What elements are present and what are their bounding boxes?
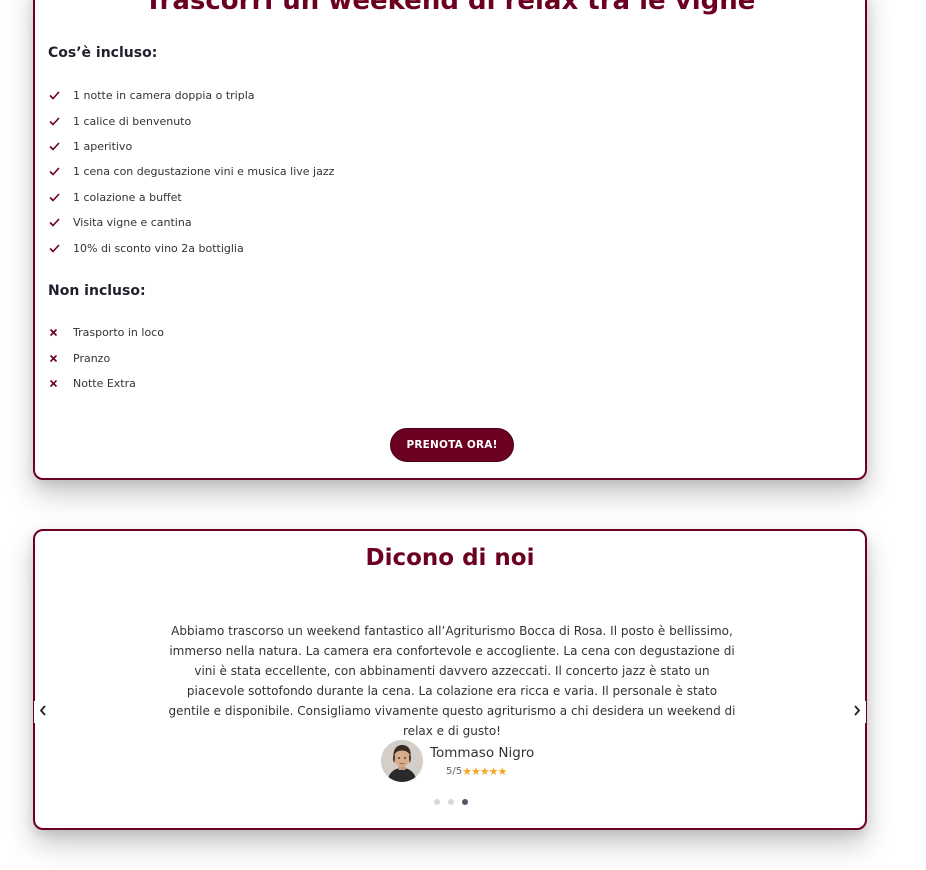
included-item: Visita vigne e cantina bbox=[49, 210, 334, 235]
carousel-pagination bbox=[434, 799, 468, 805]
included-item-label: 1 aperitivo bbox=[73, 139, 133, 153]
check-icon bbox=[49, 167, 73, 177]
included-item: 1 aperitivo bbox=[49, 134, 334, 159]
book-now-button[interactable]: PRENOTA ORA! bbox=[390, 428, 514, 462]
included-item-label: 1 colazione a buffet bbox=[73, 190, 182, 204]
chevron-left-icon bbox=[39, 704, 47, 720]
carousel-dot-1[interactable] bbox=[434, 799, 440, 805]
included-list: 1 notte in camera doppia o tripla 1 cali… bbox=[49, 83, 334, 261]
excluded-list: Trasporto in loco Pranzo Notte Extra bbox=[49, 320, 164, 396]
review-text: Abbiamo trascorso un weekend fantastico … bbox=[168, 624, 736, 738]
included-item-label: 1 calice di benvenuto bbox=[73, 114, 192, 128]
included-heading: Cos’è incluso: bbox=[48, 45, 158, 61]
included-item-label: 1 cena con degustazione vini e musica li… bbox=[73, 165, 335, 179]
included-item: 1 colazione a buffet bbox=[49, 185, 334, 210]
included-item: 10% di sconto vino 2a bottiglia bbox=[49, 235, 334, 260]
excluded-item-label: Pranzo bbox=[73, 351, 111, 365]
carousel-dot-2[interactable] bbox=[448, 799, 454, 805]
check-icon bbox=[49, 117, 73, 126]
review-author: Tommaso Nigro 5/5 ★★★★★ bbox=[381, 740, 534, 782]
included-item-label: 1 notte in camera doppia o tripla bbox=[73, 89, 255, 103]
excluded-item: Trasporto in loco bbox=[49, 320, 164, 345]
excluded-item-label: Trasporto in loco bbox=[73, 326, 164, 340]
cross-icon bbox=[49, 354, 73, 363]
check-icon bbox=[49, 243, 73, 253]
reviews-card: Dicono di noi Abbiamo trascorso un weeke… bbox=[33, 529, 867, 830]
cross-icon bbox=[49, 379, 73, 388]
carousel-next-button[interactable] bbox=[848, 701, 866, 723]
offer-card: Trascorri un weekend di relax tra le vig… bbox=[33, 0, 867, 480]
included-item-label: 10% di sconto vino 2a bottiglia bbox=[73, 241, 244, 255]
check-icon bbox=[49, 142, 73, 151]
avatar bbox=[381, 740, 423, 782]
rating-score: 5/5 bbox=[446, 766, 463, 777]
excluded-item-label: Notte Extra bbox=[73, 376, 136, 390]
carousel-dot-3[interactable] bbox=[462, 799, 468, 805]
reviews-title: Dicono di noi bbox=[365, 545, 535, 571]
cross-icon bbox=[49, 328, 73, 337]
excluded-item: Pranzo bbox=[49, 345, 164, 370]
check-icon bbox=[49, 193, 73, 202]
star-rating-icon: ★★★★★ bbox=[462, 765, 507, 778]
chevron-right-icon bbox=[853, 704, 861, 720]
check-icon bbox=[49, 91, 73, 100]
offer-title: Trascorri un weekend di relax tra le vig… bbox=[144, 0, 756, 16]
check-icon bbox=[49, 218, 73, 227]
excluded-heading: Non incluso: bbox=[48, 283, 146, 299]
rating: 5/5 ★★★★★ bbox=[446, 765, 534, 778]
included-item-label: Visita vigne e cantina bbox=[73, 216, 192, 230]
included-item: 1 calice di benvenuto bbox=[49, 108, 334, 133]
included-item: 1 cena con degustazione vini e musica li… bbox=[49, 159, 334, 184]
included-item: 1 notte in camera doppia o tripla bbox=[49, 83, 334, 108]
carousel-prev-button[interactable] bbox=[34, 701, 52, 723]
author-name: Tommaso Nigro bbox=[430, 745, 535, 761]
excluded-item: Notte Extra bbox=[49, 371, 164, 396]
